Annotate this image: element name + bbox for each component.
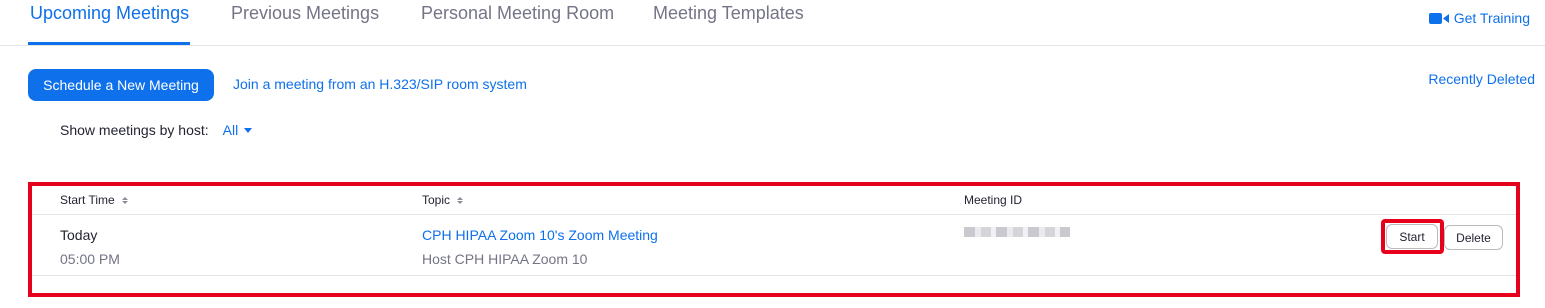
host-filter-value: All <box>222 122 239 138</box>
meeting-host: Host CPH HIPAA Zoom 10 <box>422 251 588 267</box>
chevron-down-icon <box>244 127 253 133</box>
host-filter-dropdown[interactable]: All <box>223 122 253 138</box>
tab-meeting-templates[interactable]: Meeting Templates <box>653 3 804 24</box>
column-label-start-time: Start Time <box>60 193 115 207</box>
delete-meeting-button[interactable]: Delete <box>1444 225 1503 250</box>
meeting-tabs: Upcoming Meetings Previous Meetings Pers… <box>0 0 1545 46</box>
schedule-meeting-button[interactable]: Schedule a New Meeting <box>28 69 214 101</box>
recently-deleted-link[interactable]: Recently Deleted <box>1428 71 1535 87</box>
get-training-link[interactable]: Get Training <box>1428 10 1530 26</box>
join-room-system-link[interactable]: Join a meeting from an H.323/SIP room sy… <box>233 76 527 92</box>
tab-previous-meetings[interactable]: Previous Meetings <box>231 3 379 24</box>
tab-upcoming-meetings[interactable]: Upcoming Meetings <box>30 3 189 24</box>
column-label-meeting-id: Meeting ID <box>964 193 1023 207</box>
meeting-topic-link[interactable]: CPH HIPAA Zoom 10's Zoom Meeting <box>422 227 658 243</box>
active-tab-indicator <box>28 42 190 45</box>
host-filter: Show meetings by host: All <box>60 122 253 138</box>
get-training-label: Get Training <box>1453 10 1530 26</box>
meetings-table: Start Time Topic Meeting ID Today 05:00 … <box>28 182 1520 297</box>
start-meeting-button[interactable]: Start <box>1386 224 1438 249</box>
header-divider <box>32 214 1516 215</box>
column-label-topic: Topic <box>422 193 451 207</box>
meeting-id-redacted <box>964 227 1070 237</box>
meeting-date: Today <box>60 227 98 243</box>
sort-icon[interactable] <box>457 196 464 204</box>
column-header-topic[interactable]: Topic <box>422 193 464 207</box>
column-header-start-time[interactable]: Start Time <box>60 193 128 207</box>
host-filter-label: Show meetings by host: <box>60 122 209 138</box>
video-camera-icon <box>1428 12 1449 24</box>
column-header-meeting-id: Meeting ID <box>964 193 1022 207</box>
row-divider <box>32 275 1516 276</box>
meeting-time: 05:00 PM <box>60 251 120 267</box>
sort-icon[interactable] <box>121 196 128 204</box>
tab-personal-meeting-room[interactable]: Personal Meeting Room <box>421 3 614 24</box>
